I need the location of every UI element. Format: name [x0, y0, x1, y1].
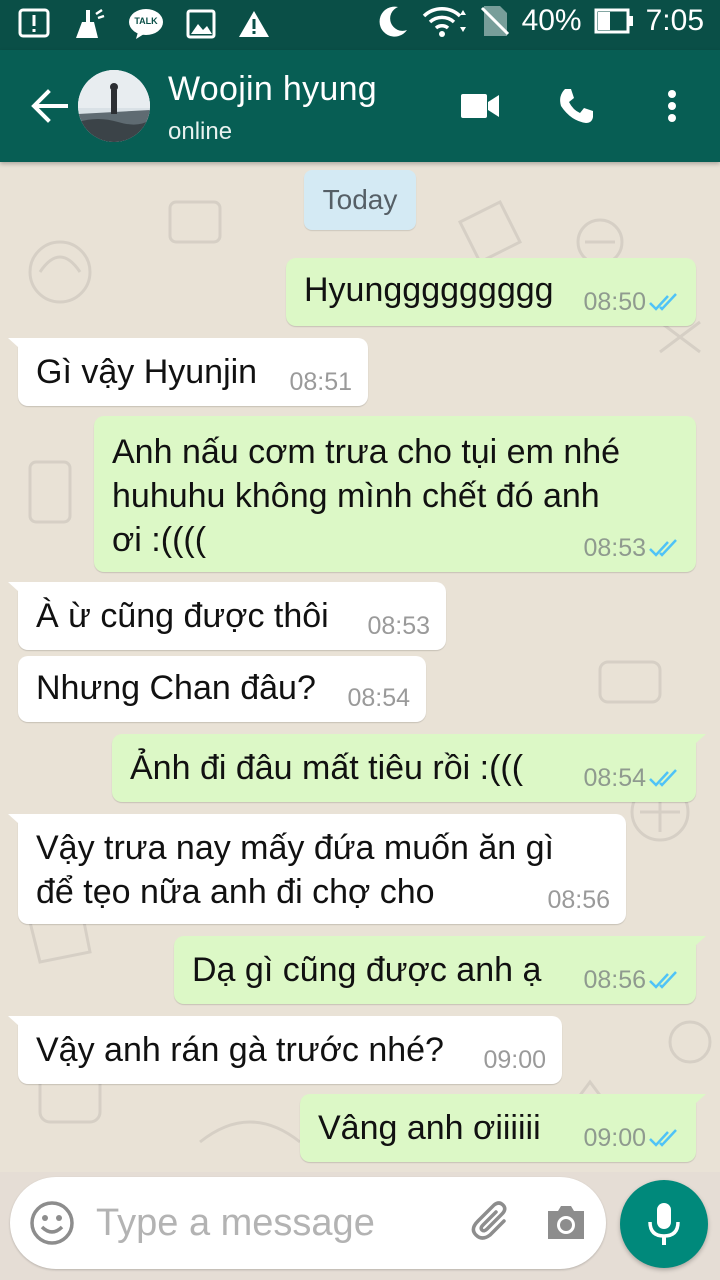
message-text: Hyunggggggggg — [304, 271, 554, 309]
bubble-tail — [686, 1094, 706, 1112]
phone-call-icon[interactable] — [554, 84, 598, 128]
message-text-line: để tẹo nữa anh đi chợ cho — [36, 873, 435, 911]
bubble-tail — [8, 338, 28, 356]
image-icon — [186, 9, 216, 39]
message-bubble-outgoing[interactable]: Vâng anh ơiiiiii 09:00 — [300, 1094, 706, 1162]
message-meta: 08:54 — [583, 758, 680, 798]
message-time: 08:50 — [583, 288, 646, 316]
bubble-tail — [8, 582, 28, 600]
message-meta: 08:53 — [583, 528, 680, 568]
talk-badge: TALK — [134, 16, 158, 26]
message-meta: 08:50 — [583, 282, 680, 322]
battery-icon — [594, 8, 634, 34]
cleaner-icon — [72, 8, 106, 40]
bubble-tail — [8, 1016, 28, 1034]
mic-icon — [648, 1203, 680, 1245]
no-sim-icon — [480, 4, 510, 38]
message-bubble-incoming[interactable]: Vậy anh rán gà trước nhé? 09:00 — [8, 1016, 562, 1084]
double-tick-read-icon — [649, 539, 677, 557]
wifi-icon — [422, 4, 468, 38]
message-composer — [10, 1177, 606, 1269]
message-text: Ảnh đi đâu mất tiêu rồi :((( — [130, 749, 524, 787]
message-time: 09:00 — [583, 1124, 646, 1152]
message-time: 08:54 — [347, 684, 410, 712]
bubble-tail — [8, 814, 28, 832]
message-bubble-outgoing[interactable]: Ảnh đi đâu mất tiêu rồi :((( 08:54 — [112, 734, 706, 802]
message-text: Vậy anh rán gà trước nhé? — [36, 1031, 444, 1069]
double-tick-read-icon — [649, 769, 677, 787]
message-text: À ừ cũng được thôi — [36, 597, 329, 635]
talk-icon: TALK — [128, 8, 164, 40]
message-time: 08:54 — [583, 764, 646, 792]
camera-icon[interactable] — [542, 1199, 590, 1247]
message-time: 08:51 — [289, 368, 352, 396]
message-meta: 09:00 — [583, 1118, 680, 1158]
message-bubble-incoming[interactable]: Vậy trưa nay mấy đứa muốn ăn gì để tẹo n… — [8, 814, 626, 924]
message-time: 08:53 — [583, 534, 646, 562]
message-text-line: Vậy trưa nay mấy đứa muốn ăn gì — [36, 829, 555, 867]
message-bubble-incoming[interactable]: Gì vậy Hyunjin 08:51 — [8, 338, 368, 406]
message-input[interactable] — [96, 1191, 446, 1255]
more-options-icon[interactable] — [650, 84, 694, 128]
message-text-line: ơi :(((( — [112, 521, 207, 559]
date-divider: Today — [304, 170, 416, 230]
attach-icon[interactable] — [468, 1199, 516, 1247]
back-arrow-icon[interactable] — [30, 86, 70, 126]
message-bubble-outgoing[interactable]: Anh nấu cơm trưa cho tụi em nhé huhuhu k… — [94, 416, 696, 572]
message-time: 08:56 — [547, 886, 610, 914]
contact-status: online — [168, 118, 233, 145]
message-text: Vâng anh ơiiiiii — [318, 1109, 541, 1147]
avatar[interactable] — [78, 70, 150, 142]
message-time: 09:00 — [483, 1046, 546, 1074]
message-meta: 08:56 — [583, 960, 680, 1000]
message-text: Nhưng Chan đâu? — [36, 669, 316, 707]
battery-percent: 40% — [521, 4, 582, 37]
notification-icons: TALK — [18, 8, 270, 40]
message-text: Dạ gì cũng được anh ạ — [192, 951, 542, 989]
message-bubble-incoming[interactable]: À ừ cũng được thôi 08:53 — [8, 582, 446, 650]
contact-name[interactable]: Woojin hyung — [168, 70, 377, 109]
bubble-tail — [686, 734, 706, 752]
message-text-line: huhuhu không mình chết đó anh — [112, 477, 600, 515]
message-list[interactable]: Today Hyunggggggggg 08:50 Gì vậy Hyunjin… — [0, 162, 720, 1172]
message-bubble-outgoing[interactable]: Dạ gì cũng được anh ạ 08:56 — [174, 936, 706, 1004]
chat-header: Woojin hyung online — [0, 50, 720, 162]
bubble-tail — [686, 936, 706, 954]
moon-icon — [376, 4, 410, 38]
message-text: Gì vậy Hyunjin — [36, 353, 258, 391]
emoji-icon[interactable] — [28, 1199, 76, 1247]
message-time: 08:53 — [367, 612, 430, 640]
clock: 7:05 — [645, 4, 704, 37]
message-bubble-outgoing[interactable]: Hyunggggggggg 08:50 — [286, 258, 696, 326]
message-time: 08:56 — [583, 966, 646, 994]
mic-button[interactable] — [620, 1180, 708, 1268]
message-text-line: Anh nấu cơm trưa cho tụi em nhé — [112, 433, 621, 471]
system-indicators: 40% 7:05 — [376, 4, 704, 38]
double-tick-read-icon — [649, 1129, 677, 1147]
message-bubble-incoming[interactable]: Nhưng Chan đâu? 08:54 — [18, 656, 426, 722]
double-tick-read-icon — [649, 971, 677, 989]
warning-icon — [238, 9, 270, 39]
video-call-icon[interactable] — [458, 84, 502, 128]
status-bar: TALK 40% 7:05 — [0, 0, 720, 50]
double-tick-read-icon — [649, 293, 677, 311]
alert-box-icon — [18, 8, 50, 40]
